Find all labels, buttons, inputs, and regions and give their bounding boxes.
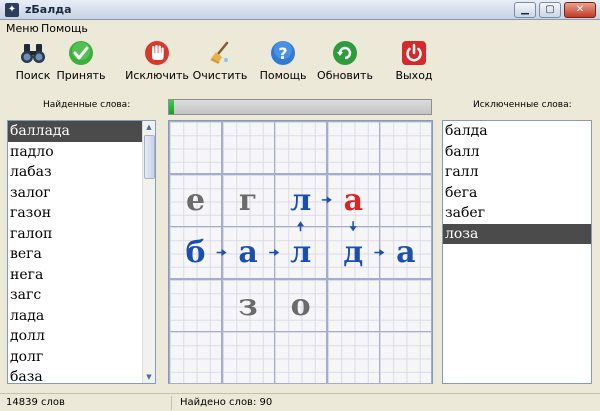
found-words-scrollbar[interactable]: ▲ ▼ <box>142 121 155 383</box>
scroll-up-arrow-icon[interactable]: ▲ <box>143 121 155 133</box>
word-path-arrows <box>216 196 385 256</box>
exclude-button-label: Исключить <box>125 69 189 82</box>
refresh-icon <box>333 41 357 65</box>
found-word-list-item[interactable]: залог <box>8 183 155 204</box>
found-word-list-item[interactable]: долл <box>8 326 155 347</box>
path-arrow-icon <box>321 196 332 204</box>
accept-button[interactable]: Принять <box>48 40 114 86</box>
menu-item-help[interactable]: Помощь <box>41 22 88 35</box>
power-icon <box>402 41 426 65</box>
excluded-word-list-item[interactable]: бега <box>443 183 591 204</box>
broom-icon <box>210 41 229 64</box>
found-word-list-item[interactable]: база <box>8 367 155 383</box>
check-icon <box>69 41 93 65</box>
help-button[interactable]: ? Помощь <box>250 40 316 86</box>
progress-bar <box>168 99 432 115</box>
dictionary-count: 14839 слов <box>2 396 172 410</box>
excluded-word-list-item[interactable]: галл <box>443 162 591 183</box>
path-arrow-icon <box>349 221 357 232</box>
exclude-button[interactable]: Исключить <box>124 40 190 86</box>
path-arrow-icon <box>216 249 227 256</box>
path-arrow-icon <box>374 249 385 256</box>
refresh-button-label: Обновить <box>317 69 373 82</box>
help-icon: ? <box>271 41 295 65</box>
found-words-title: Найденные слова: <box>43 100 131 110</box>
window-title: zБалда <box>25 3 72 16</box>
game-board[interactable]: еглабалдазо <box>168 120 433 385</box>
found-word-list-item[interactable]: долг <box>8 347 155 368</box>
accept-button-label: Принять <box>56 69 106 82</box>
help-button-label: Помощь <box>259 69 307 82</box>
binoculars-icon <box>21 44 45 63</box>
app-icon: ✦ <box>5 3 19 17</box>
refresh-button[interactable]: Обновить <box>312 40 378 86</box>
clear-button-label: Очистить <box>192 69 248 82</box>
found-word-list-item[interactable]: лабаз <box>8 162 155 183</box>
status-bar: 14839 слов Найдено слов: 90 <box>0 393 600 411</box>
clear-button[interactable]: Очистить <box>187 40 253 86</box>
menu-item-menu[interactable]: Меню <box>6 22 39 35</box>
excluded-words-items: балда балл галл бега забег лоза <box>443 121 591 244</box>
found-word-list-item[interactable]: нега <box>8 265 155 286</box>
progress-fill <box>169 100 175 114</box>
found-words-items: баллада падло лабаз залог газон галоп вега нега… <box>8 121 155 383</box>
toolbar: Поиск Принять Исключить Очистить ? Помощ… <box>0 38 600 86</box>
found-word-list-item[interactable]: газон <box>8 203 155 224</box>
found-word-list-item[interactable]: лада <box>8 306 155 327</box>
found-word-list-item[interactable]: загс <box>8 285 155 306</box>
hand-stop-icon <box>145 41 169 65</box>
excluded-words-list[interactable]: балда балл галл бега забег лоза <box>442 120 592 384</box>
minimize-button[interactable]: ▁ <box>514 2 536 18</box>
path-arrow-icon <box>269 249 280 256</box>
found-count: Найдено слов: 90 <box>180 397 273 408</box>
found-word-list-item[interactable]: баллада <box>8 121 155 142</box>
scrollbar-thumb[interactable] <box>144 135 155 179</box>
path-arrow-icon <box>297 221 304 232</box>
excluded-word-list-item[interactable]: забег <box>443 203 591 224</box>
maximize-button[interactable]: ▢ <box>539 2 561 18</box>
found-word-list-item[interactable]: галоп <box>8 224 155 245</box>
title-bar: ✦ zБалда ▁ ▢ ✕ <box>0 0 600 20</box>
menu-bar: Меню Помощь <box>0 20 600 38</box>
close-button[interactable]: ✕ <box>564 2 596 18</box>
exit-button[interactable]: Выход <box>381 40 447 86</box>
excluded-word-list-item[interactable]: балда <box>443 121 591 142</box>
exit-button-label: Выход <box>395 69 433 82</box>
found-words-list[interactable]: баллада падло лабаз залог газон галоп вега нега… <box>7 120 156 384</box>
excluded-word-list-item[interactable]: балл <box>443 142 591 163</box>
svg-text:?: ? <box>278 44 287 63</box>
found-word-list-item[interactable]: падло <box>8 142 155 163</box>
excluded-word-list-item[interactable]: лоза <box>443 223 591 244</box>
found-word-list-item[interactable]: вега <box>8 244 155 265</box>
excluded-words-title: Исключенные слова: <box>473 100 572 110</box>
scroll-down-arrow-icon[interactable]: ▼ <box>143 371 155 383</box>
